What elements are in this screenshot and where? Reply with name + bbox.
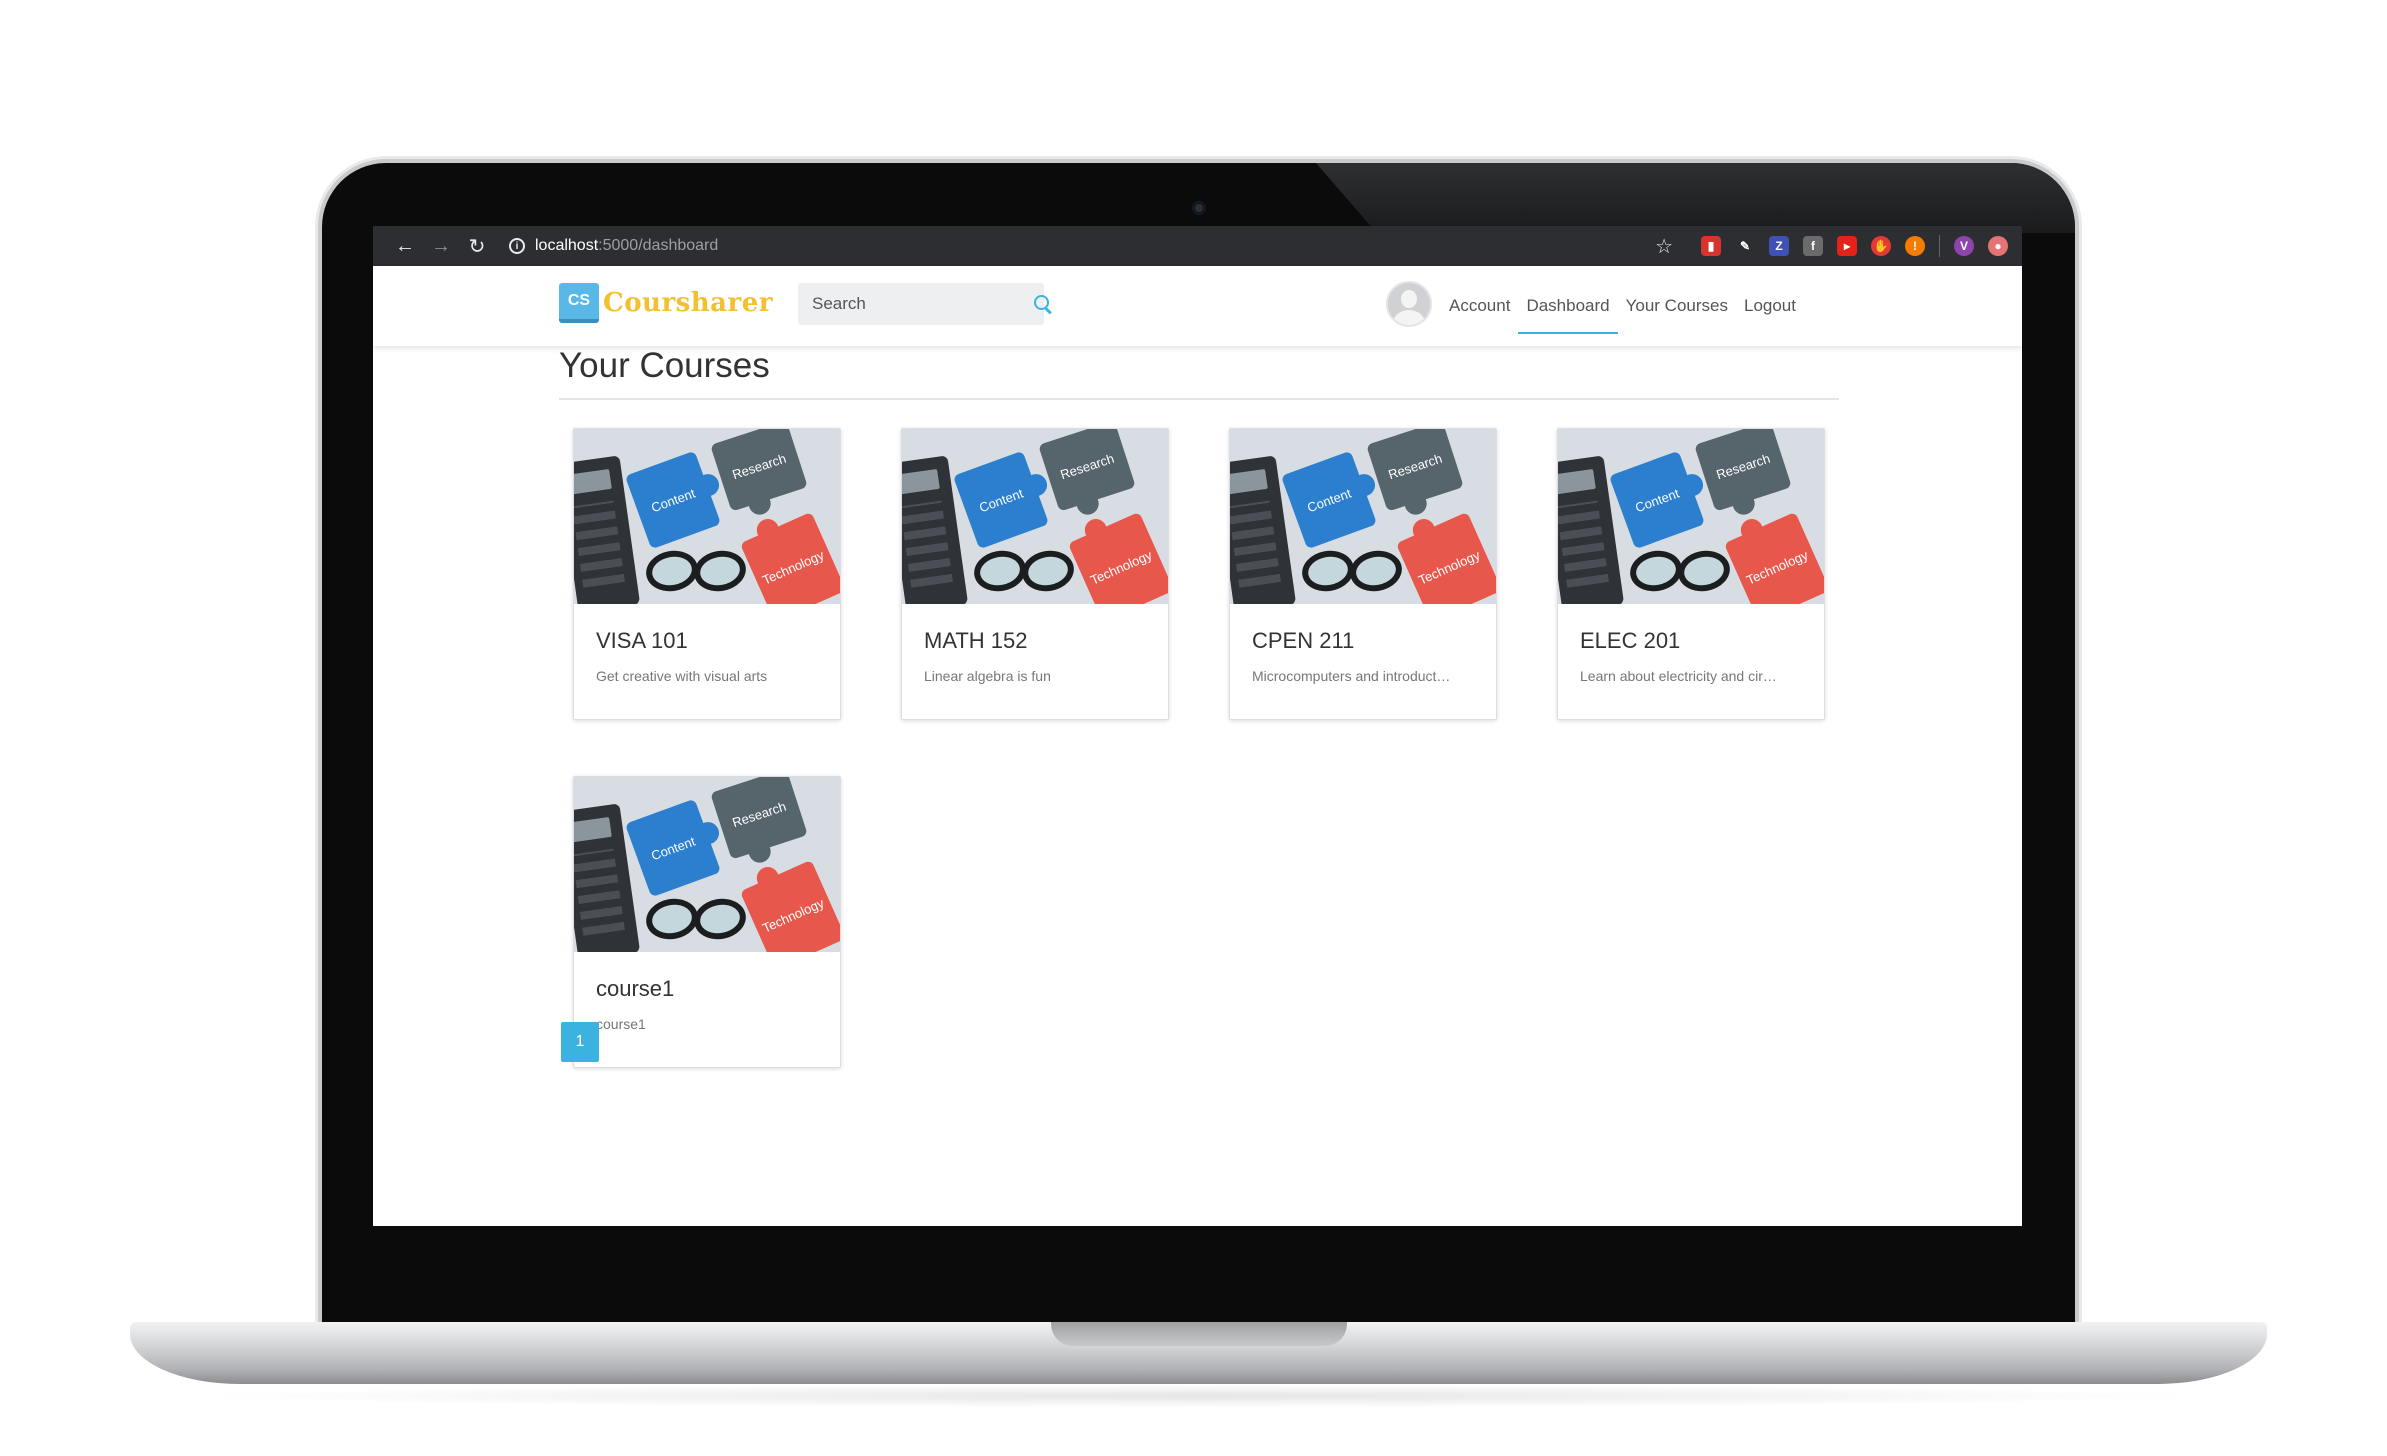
puzzle-label: Research	[730, 450, 788, 482]
glasses-graphic	[636, 543, 756, 583]
logo-badge: CS	[559, 283, 599, 323]
course-title[interactable]: ELEC 201	[1580, 628, 1802, 654]
puzzle-label: Content	[1633, 485, 1681, 515]
camera-icon	[1192, 201, 1206, 215]
course-grid: Content Research Technology VISA 101 Get…	[573, 428, 1839, 1068]
puzzle-label: Technology	[1743, 546, 1811, 588]
browser-window: ← → ↻ i localhost:5000/dashboard ☆ ▮ ✎ Zf ▸…	[373, 226, 2022, 1226]
pagination-page-1[interactable]: 1	[561, 1022, 599, 1062]
main-nav: Account Dashboard Your Courses Logout	[1441, 266, 1804, 346]
puzzle-label: Research	[1058, 450, 1116, 482]
puzzle-piece-research: Research	[1038, 429, 1136, 512]
extensions-toolbar: ☆ ▮ ✎ Zf ▸ ✋! V ●	[1655, 234, 2008, 259]
reload-icon[interactable]: ↻	[459, 230, 495, 262]
url-host: localhost	[535, 237, 599, 254]
glasses-graphic	[1620, 543, 1740, 583]
glasses-graphic	[636, 891, 756, 931]
puzzle-piece-research: Research	[1694, 429, 1792, 512]
course-title[interactable]: CPEN 211	[1252, 628, 1474, 654]
course-title[interactable]: MATH 152	[924, 628, 1146, 654]
course-thumbnail: Content Research Technology	[574, 777, 840, 952]
hand-ext-icon[interactable]: ✋	[1871, 236, 1891, 256]
course-card-body: VISA 101 Get creative with visual arts	[574, 604, 840, 684]
page-title: Your Courses	[559, 346, 1839, 400]
toolbar-separator	[1939, 235, 1940, 257]
bookmark-star-icon[interactable]: ☆	[1655, 234, 1673, 259]
course-card[interactable]: Content Research Technology ELEC 201 Lea…	[1557, 428, 1825, 720]
address-bar[interactable]: i localhost:5000/dashboard	[509, 231, 718, 261]
course-description: Learn about electricity and cir…	[1580, 668, 1777, 684]
course-card-body: MATH 152 Linear algebra is fun	[902, 604, 1168, 684]
site-logo[interactable]: CS Coursharer	[559, 283, 773, 323]
laptop-notch	[1051, 1322, 1347, 1346]
course-card[interactable]: Content Research Technology VISA 101 Get…	[573, 428, 841, 720]
logo-text: Coursharer	[603, 288, 773, 318]
puzzle-piece-content: Content	[1608, 450, 1706, 550]
browser-toolbar: ← → ↻ i localhost:5000/dashboard ☆ ▮ ✎ Zf ▸…	[373, 226, 2022, 266]
puzzle-label: Content	[649, 485, 697, 515]
course-thumbnail: Content Research Technology	[1558, 429, 1824, 604]
course-card-body: CPEN 211 Microcomputers and introduct…	[1230, 604, 1496, 684]
site-header: CS Coursharer Account Dashboard Your Cou…	[373, 266, 2022, 346]
puzzle-piece-content: Content	[1280, 450, 1378, 550]
puzzle-label: Technology	[1415, 546, 1483, 588]
nav-logout[interactable]: Logout	[1736, 266, 1804, 346]
nav-dashboard[interactable]: Dashboard	[1518, 266, 1618, 346]
update-ext-icon[interactable]: ●	[1988, 236, 2008, 256]
puzzle-label: Content	[1305, 485, 1353, 515]
nav-account[interactable]: Account	[1441, 266, 1518, 346]
forward-arrow-icon[interactable]: →	[423, 230, 459, 262]
video-ext-icon[interactable]: ▸	[1837, 236, 1857, 256]
glasses-graphic	[1292, 543, 1412, 583]
course-description: Get creative with visual arts	[596, 668, 768, 684]
puzzle-label: Research	[730, 798, 788, 830]
puzzle-piece-research: Research	[710, 777, 808, 860]
glasses-graphic	[964, 543, 1084, 583]
course-card[interactable]: Content Research Technology course1 cour…	[573, 776, 841, 1068]
site-info-icon[interactable]: i	[509, 238, 525, 254]
puzzle-label: Technology	[759, 894, 827, 936]
zotero-ext-icon[interactable]: Z	[1769, 236, 1789, 256]
avatar[interactable]	[1386, 281, 1432, 327]
puzzle-piece-content: Content	[952, 450, 1050, 550]
course-title[interactable]: course1	[596, 976, 818, 1002]
lid-reflection	[1316, 163, 2075, 233]
pen-ext-icon[interactable]: ✎	[1735, 236, 1755, 256]
back-arrow-icon[interactable]: ←	[387, 230, 423, 262]
facebook-ext-icon[interactable]: f	[1803, 236, 1823, 256]
puzzle-piece-content: Content	[624, 450, 722, 550]
nav-your-courses[interactable]: Your Courses	[1618, 266, 1736, 346]
course-thumbnail: Content Research Technology	[902, 429, 1168, 604]
puzzle-label: Technology	[759, 546, 827, 588]
course-card[interactable]: Content Research Technology MATH 152 Lin…	[901, 428, 1169, 720]
search-bar	[798, 283, 1049, 325]
puzzle-label: Research	[1386, 450, 1444, 482]
puzzle-label: Technology	[1087, 546, 1155, 588]
profile-avatar-icon[interactable]: V	[1954, 236, 1974, 256]
course-description: Linear algebra is fun	[924, 668, 1051, 684]
puzzle-piece-research: Research	[710, 429, 808, 512]
puzzle-piece-content: Content	[624, 798, 722, 898]
course-thumbnail: Content Research Technology	[1230, 429, 1496, 604]
laptop-shadow	[180, 1384, 2220, 1408]
puzzle-piece-research: Research	[1366, 429, 1464, 512]
main-content: Your Courses Content Research Technology…	[559, 346, 1839, 1068]
course-description: Microcomputers and introduct…	[1252, 668, 1451, 684]
alert-ext-icon[interactable]: !	[1905, 236, 1925, 256]
course-title[interactable]: VISA 101	[596, 628, 818, 654]
course-card-body: ELEC 201 Learn about electricity and cir…	[1558, 604, 1824, 684]
screen-bezel-bottom	[373, 1222, 2022, 1296]
search-input[interactable]	[812, 294, 1033, 314]
course-card-body: course1 course1	[574, 952, 840, 1032]
puzzle-label: Research	[1714, 450, 1772, 482]
bookmark-ext-icon[interactable]: ▮	[1701, 236, 1721, 256]
puzzle-label: Content	[649, 833, 697, 863]
puzzle-label: Content	[977, 485, 1025, 515]
url-path: :5000/dashboard	[598, 237, 719, 254]
course-card[interactable]: Content Research Technology CPEN 211 Mic…	[1229, 428, 1497, 720]
course-description: course1	[596, 1016, 646, 1032]
course-thumbnail: Content Research Technology	[574, 429, 840, 604]
